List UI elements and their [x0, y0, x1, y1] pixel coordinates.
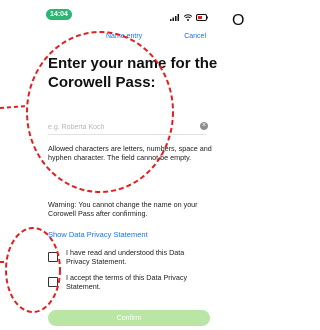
status-time: 14:04 [46, 9, 72, 20]
input-hint: Allowed characters are letters, numbers,… [48, 144, 212, 162]
checkbox-label: I accept the terms of this Data Privacy … [66, 273, 188, 291]
checkbox-read[interactable] [48, 252, 58, 262]
warning-text: Warning: You cannot change the name on y… [48, 200, 198, 218]
cancel-button[interactable]: Cancel [184, 33, 206, 40]
battery-icon [196, 8, 208, 26]
phone-screen: 14:04 Name entry Cancel Enter your name … [36, 4, 218, 330]
status-bar: 14:04 [36, 4, 216, 21]
name-input[interactable] [48, 120, 206, 135]
annotation-leader-top [0, 105, 28, 109]
wifi-icon [183, 8, 192, 26]
privacy-statement-link[interactable]: Show Data Privacy Statement [48, 230, 148, 239]
confirm-button[interactable]: Confirm [48, 310, 210, 326]
nav-title: Name entry [106, 33, 143, 40]
page-title: Enter your name for the Corowell Pass: [48, 55, 218, 91]
checkbox-accept[interactable] [48, 277, 58, 287]
signal-icon [170, 8, 180, 26]
clear-icon[interactable] [200, 122, 208, 130]
checkbox-label: I have read and understood this Data Pri… [66, 248, 185, 266]
side-letter: O [232, 12, 245, 29]
status-icons [170, 8, 208, 21]
